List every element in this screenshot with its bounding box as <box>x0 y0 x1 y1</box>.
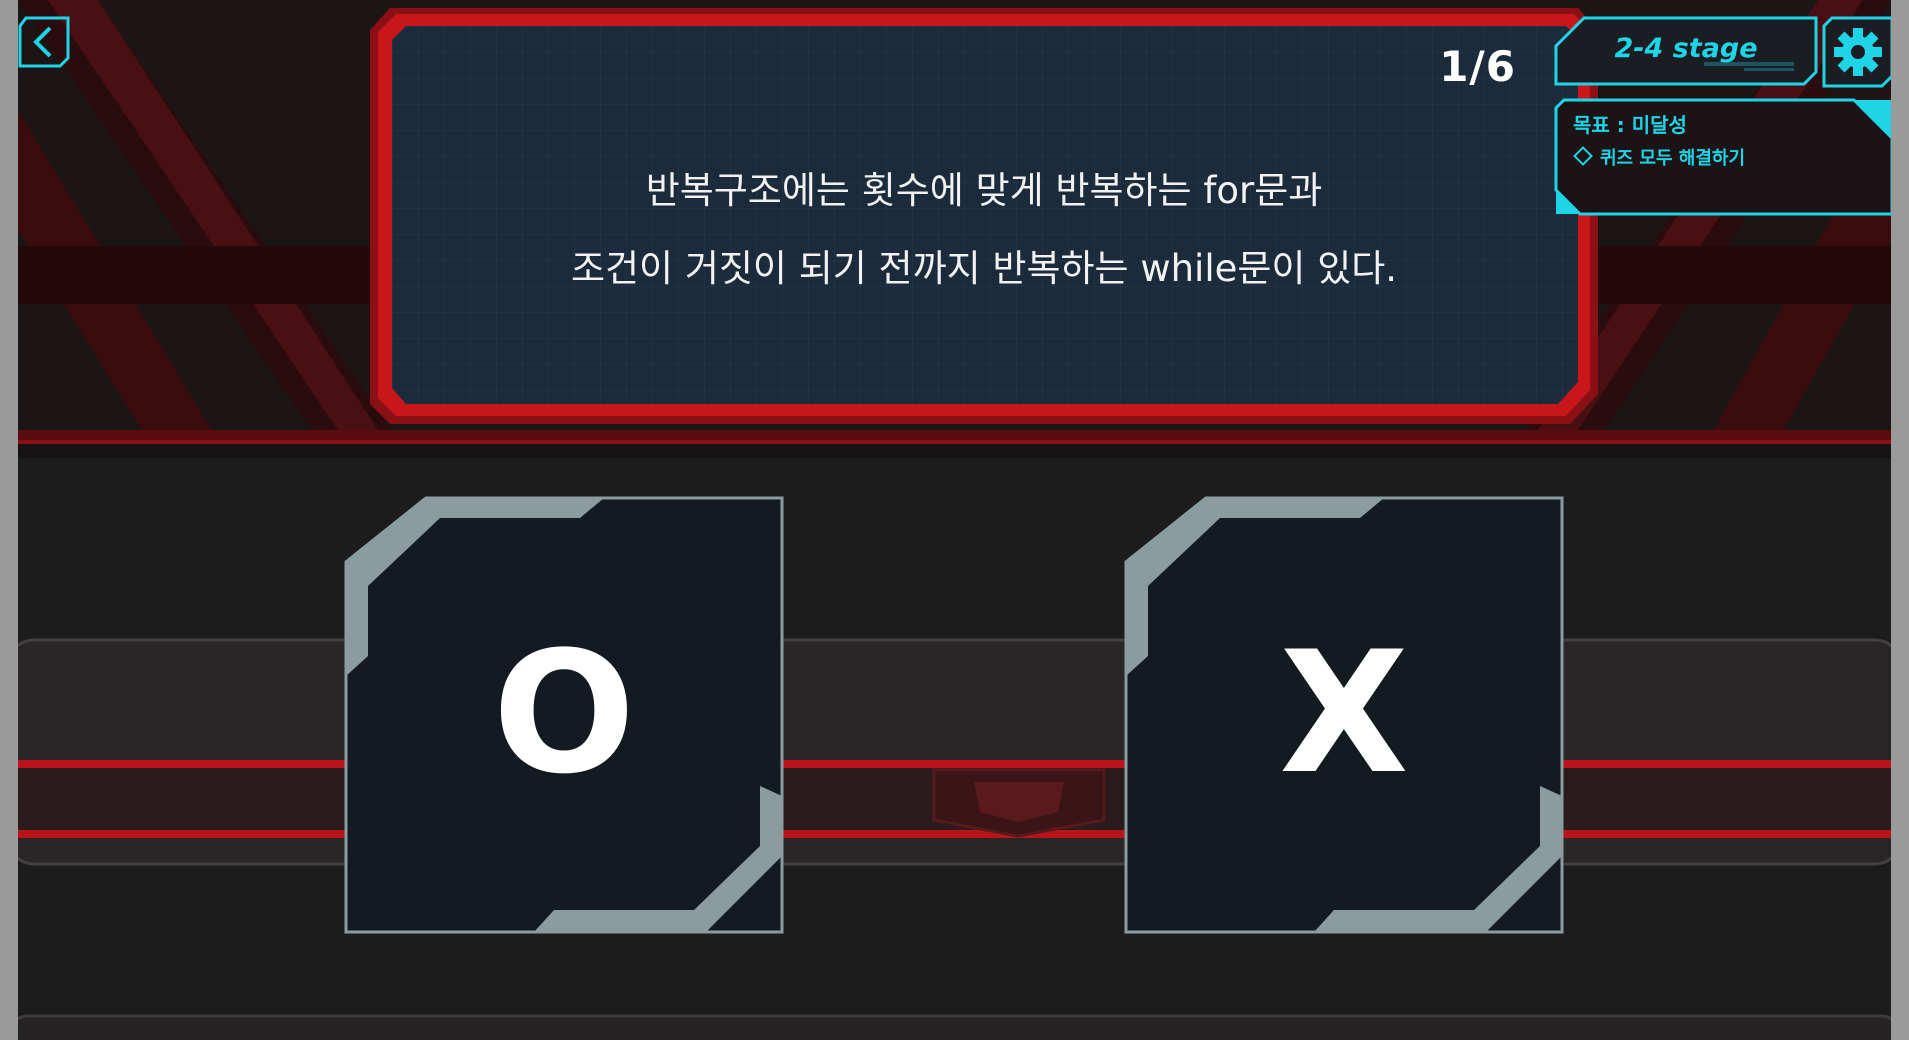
answer-x-button[interactable]: X <box>1124 496 1564 936</box>
question-panel: 1/6 반복구조에는 횟수에 맞게 반복하는 for문과 조건이 거짓이 되기 … <box>366 0 1602 430</box>
question-line-2: 조건이 거짓이 되기 전까지 반복하는 while문이 있다. <box>570 247 1398 290</box>
question-line-1: 반복구조에는 횟수에 맞게 반복하는 for문과 <box>645 169 1323 212</box>
goal-item: 퀴즈 모두 해결하기 <box>1600 148 1746 169</box>
question-counter: 1/6 <box>1439 42 1516 91</box>
answer-o-button[interactable]: O <box>344 496 784 936</box>
settings-button[interactable] <box>1822 16 1891 88</box>
answer-x-label: X <box>1279 615 1409 811</box>
goal-panel: 목표 : 미달성 퀴즈 모두 해결하기 <box>1554 98 1891 216</box>
answer-o-label: O <box>492 615 636 811</box>
stage-label: 2-4 stage <box>1614 33 1758 64</box>
question-text: 반복구조에는 횟수에 맞게 반복하는 for문과 조건이 거짓이 되기 전까지 … <box>426 152 1542 308</box>
back-button[interactable] <box>18 16 70 68</box>
game-stage: 1/6 반복구조에는 횟수에 맞게 반복하는 for문과 조건이 거짓이 되기 … <box>18 0 1891 1040</box>
goal-title: 목표 : 미달성 <box>1573 113 1687 137</box>
chevron-left-icon <box>18 16 70 68</box>
gear-icon <box>1822 16 1891 88</box>
stage-badge: 2-4 stage <box>1554 16 1818 86</box>
